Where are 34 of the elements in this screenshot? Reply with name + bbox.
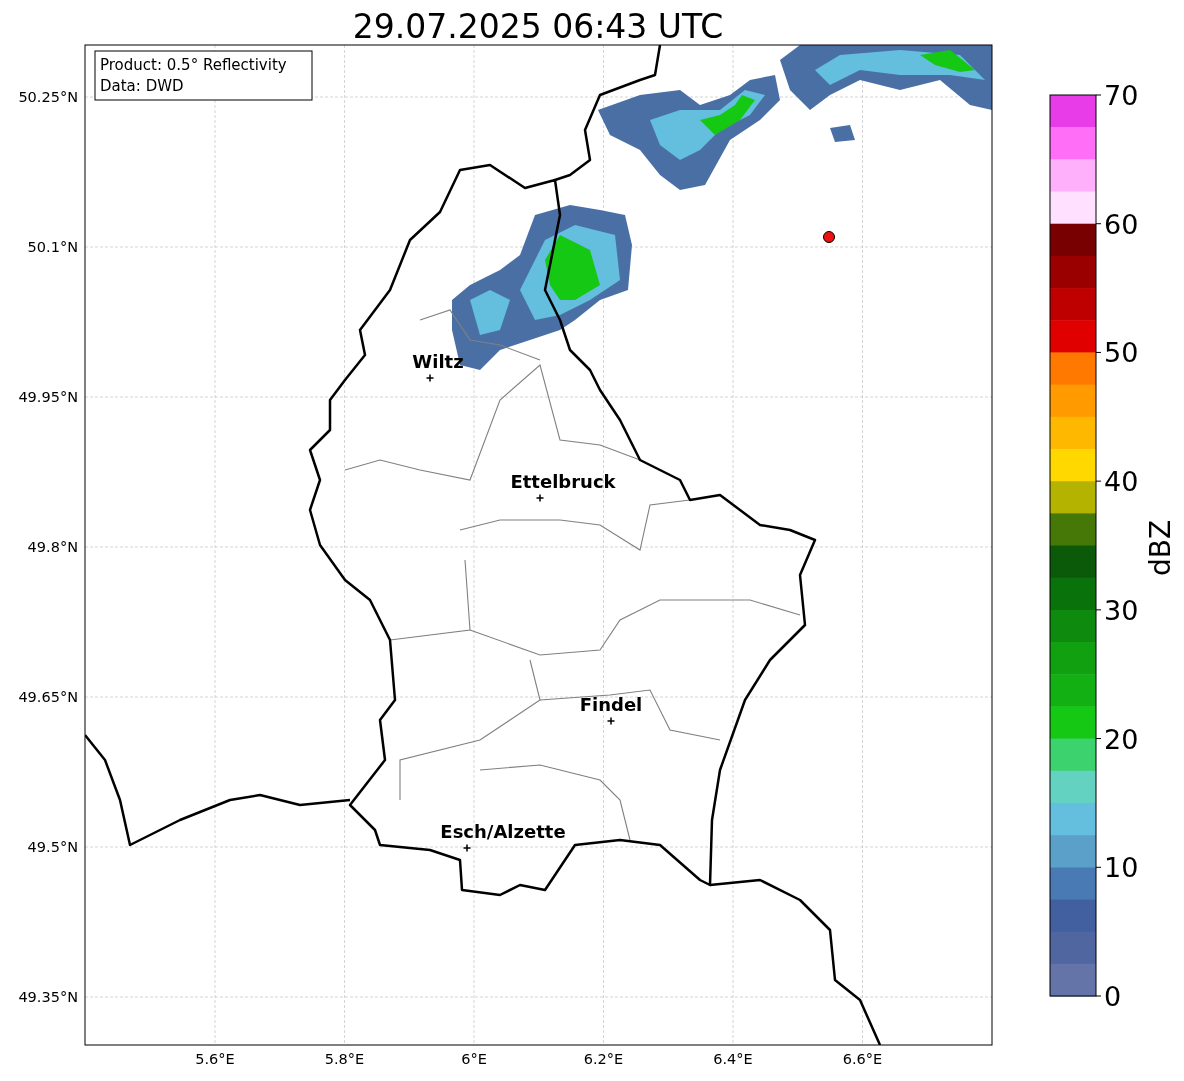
colorbar-tick-label: 10 <box>1104 852 1139 884</box>
info-text: Product: 0.5° Reflectivity <box>100 56 287 74</box>
x-tick-label: 6°E <box>461 1051 487 1067</box>
colorbar-tick-label: 0 <box>1104 981 1122 1012</box>
city-label: Wiltz <box>412 351 464 372</box>
colorbar-tick-label: 50 <box>1104 337 1139 369</box>
y-tick-label: 49.8°N <box>27 539 78 555</box>
city-marker-icon <box>462 843 472 853</box>
city-label: Esch/Alzette <box>440 821 566 842</box>
y-tick-label: 49.5°N <box>27 839 78 855</box>
city-label: Findel <box>579 694 643 715</box>
location-dot <box>823 231 835 243</box>
y-tick-label: 49.95°N <box>18 389 78 405</box>
x-tick-label: 6.6°E <box>842 1051 883 1067</box>
colorbar-tick-label: 20 <box>1104 723 1139 755</box>
city-marker-icon <box>425 373 435 383</box>
y-tick-label: 49.65°N <box>18 689 78 705</box>
y-tick-label: 49.35°N <box>18 989 78 1005</box>
x-tick-label: 6.4°E <box>713 1051 753 1067</box>
city-marker-icon <box>606 716 616 726</box>
colorbar-tick-label: 40 <box>1104 466 1139 498</box>
chart-title: 29.07.2025 06:43 UTC <box>352 7 724 46</box>
y-tick-label: 50.1°N <box>27 239 78 255</box>
y-tick-label: 50.25°N <box>18 89 78 105</box>
x-tick-label: 5.6°E <box>195 1051 235 1067</box>
city-marker-icon <box>535 493 545 503</box>
colorbar-tick-label: 60 <box>1104 208 1139 240</box>
x-tick-label: 5.8°E <box>324 1051 365 1067</box>
info-text: Data: DWD <box>100 77 184 95</box>
colorbar-tick-label: 70 <box>1104 80 1139 111</box>
x-tick-label: 6.2°E <box>583 1051 624 1067</box>
colorbar-tick-label: 30 <box>1104 594 1139 626</box>
city-label: Ettelbruck <box>510 471 616 492</box>
colorbar-label: dBZ <box>1144 519 1177 577</box>
